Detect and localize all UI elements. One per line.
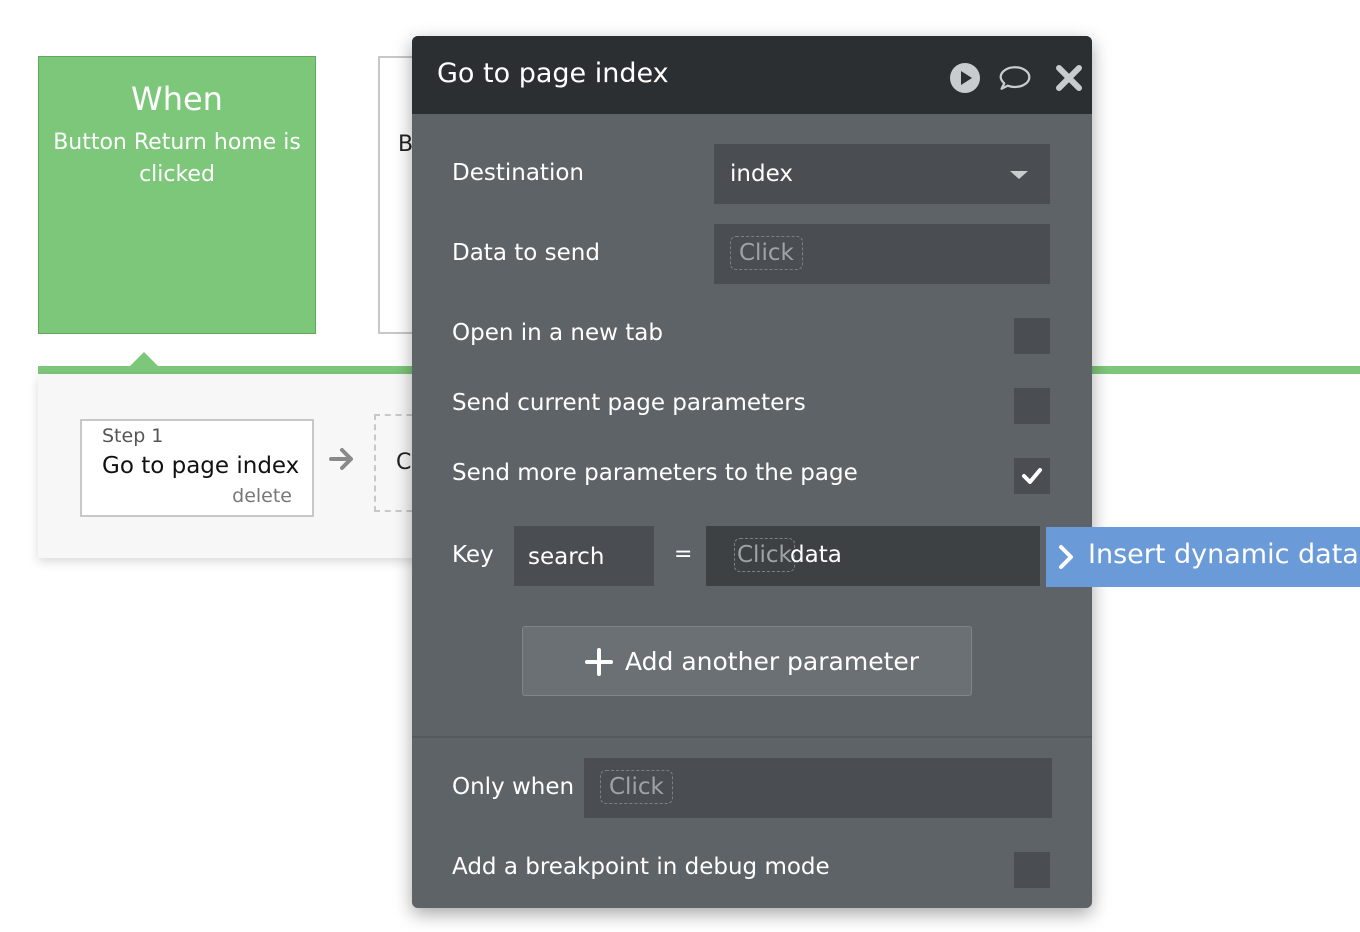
only-when-label: Only when [452,774,575,800]
key-input-value: search [528,544,605,570]
value-input[interactable]: Click data [706,526,1040,586]
value-typed-text: data [790,542,842,568]
send-more-params-label: Send more parameters to the page [452,460,858,486]
caret-down-icon [1010,171,1028,179]
modal-divider [412,736,1092,738]
step-delete-link[interactable]: delete [232,485,292,507]
key-input[interactable]: search [514,526,654,586]
next-step-label: C [396,450,412,475]
data-to-send-field[interactable]: Click [714,224,1050,284]
modal-header: Go to page index [412,36,1092,114]
send-more-params-checkbox[interactable] [1014,458,1050,494]
checkmark-icon [1022,468,1042,484]
breakpoint-label: Add a breakpoint in debug mode [452,854,830,880]
key-label: Key [452,542,494,568]
event-title: When [131,80,223,118]
event-pointer [130,352,158,366]
breakpoint-checkbox[interactable] [1014,852,1050,888]
modal-title: Go to page index [437,58,669,89]
destination-value: index [730,161,793,187]
close-icon[interactable] [1052,62,1086,94]
event-description: Button Return home is clicked [53,130,301,187]
plus-icon [585,648,613,676]
step-number: Step 1 [102,425,164,447]
only-when-field[interactable]: Click [584,758,1052,818]
open-new-tab-checkbox[interactable] [1014,318,1050,354]
play-icon[interactable] [948,62,982,94]
comment-icon[interactable] [998,62,1032,94]
send-current-params-checkbox[interactable] [1014,388,1050,424]
equals-sign: = [674,542,693,567]
value-click-placeholder[interactable]: Click [734,538,795,572]
step-card-1[interactable]: Step 1 Go to page index delete [80,419,314,517]
event-card-button-clicked[interactable]: When Button Return home is clicked [38,56,316,334]
arrow-right-icon [329,448,353,470]
action-editor-modal: Go to page index Destination index Data … [412,36,1092,908]
destination-dropdown[interactable]: index [714,144,1050,204]
insert-dynamic-data-label: Insert dynamic data [1088,539,1359,570]
add-parameter-button[interactable]: Add another parameter [522,626,972,696]
chevron-right-icon [1059,545,1073,569]
destination-label: Destination [452,160,584,186]
insert-dynamic-data-button[interactable]: Insert dynamic data [1046,527,1360,587]
step-name: Go to page index [102,453,300,479]
event-card-secondary-label: B [398,132,414,157]
only-when-click-placeholder[interactable]: Click [600,770,673,804]
data-to-send-label: Data to send [452,240,600,266]
add-parameter-label: Add another parameter [625,647,920,676]
open-new-tab-label: Open in a new tab [452,320,663,346]
data-to-send-click-placeholder[interactable]: Click [730,236,803,270]
send-current-params-label: Send current page parameters [452,390,806,416]
